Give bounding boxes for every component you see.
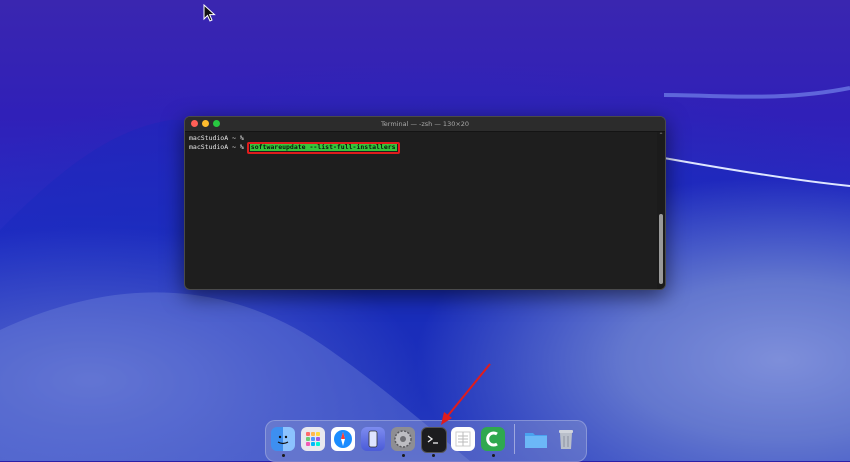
running-indicator (402, 454, 405, 457)
downloads-folder-icon[interactable] (524, 427, 548, 451)
system-settings-icon[interactable] (391, 427, 415, 451)
window-title: Terminal — -zsh — 130×20 (380, 120, 470, 128)
running-indicator (492, 454, 495, 457)
iphone-mirroring-icon[interactable] (361, 427, 385, 451)
running-indicator (282, 454, 285, 457)
shell-prompt: macStudioA ~ % (189, 134, 244, 142)
annotation-highlight-box: softwareupdate --list-full-installers (246, 141, 400, 154)
textedit-icon[interactable] (451, 427, 475, 451)
camtasia-icon[interactable] (481, 427, 505, 451)
typed-command: softwareupdate --list-full-installers (249, 143, 397, 151)
dock-separator (514, 424, 515, 454)
scrollbar-thumb[interactable] (659, 214, 663, 284)
scroll-up-arrow-icon[interactable]: ⌃ (658, 132, 664, 140)
safari-icon[interactable] (331, 427, 355, 451)
terminal-window[interactable]: Terminal — -zsh — 130×20 macStudioA ~ % … (184, 116, 666, 290)
launchpad-icon[interactable] (301, 427, 325, 451)
terminal-icon[interactable] (421, 427, 447, 453)
terminal-titlebar[interactable]: Terminal — -zsh — 130×20 (185, 117, 665, 132)
trash-icon[interactable] (554, 427, 578, 451)
mouse-cursor-icon (203, 4, 216, 22)
terminal-line: macStudioA ~ % softwareupdate --list-ful… (189, 141, 661, 154)
running-indicator (432, 454, 435, 457)
finder-icon[interactable] (271, 427, 295, 451)
terminal-content[interactable]: macStudioA ~ % macStudioA ~ % softwareup… (185, 132, 665, 289)
shell-prompt: macStudioA ~ % (189, 143, 244, 151)
